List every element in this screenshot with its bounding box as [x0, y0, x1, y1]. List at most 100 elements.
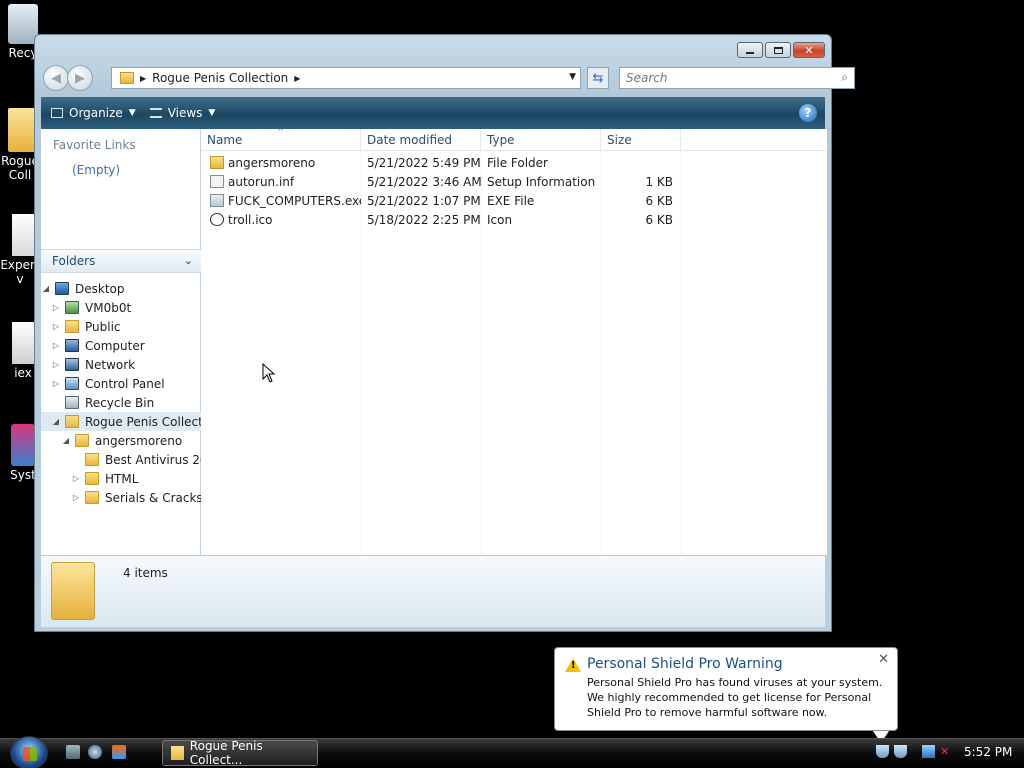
tree-collapse-icon[interactable]: ◢ [51, 417, 61, 426]
clock[interactable]: 5:52 PM [964, 745, 1012, 759]
tree-item-angersmoreno[interactable]: ◢ angersmoreno [41, 431, 201, 450]
tree-expand-icon[interactable]: ▷ [71, 474, 81, 483]
help-icon[interactable]: ? [799, 104, 817, 122]
forward-button[interactable]: ▶ [67, 65, 93, 91]
address-bar[interactable]: ▶ Rogue Penis Collection ▶ ▼ [111, 67, 581, 89]
folders-toggle[interactable]: Folders ⌄ [41, 249, 201, 273]
notification-body[interactable]: Personal Shield Pro has found viruses at… [587, 675, 887, 720]
column-date-label: Date modified [367, 133, 453, 147]
column-header-type[interactable]: Type [481, 129, 601, 151]
search-icon[interactable]: ⌕ [841, 70, 848, 85]
tree-expand-icon[interactable]: ▷ [51, 303, 61, 312]
tree-item-public[interactable]: ▷ Public [41, 317, 201, 336]
table-row[interactable]: troll.ico 5/18/2022 2:25 PM Icon 6 KB [201, 210, 681, 229]
security-shield-tray-icon[interactable] [876, 745, 889, 758]
table-row[interactable]: angersmoreno 5/21/2022 5:49 PM File Fold… [201, 153, 681, 172]
tree-item-user[interactable]: ▷ VM0b0t [41, 298, 201, 317]
chevron-down-icon: ⌄ [183, 254, 193, 267]
tree-item-label: Rogue Penis Collectio [85, 414, 201, 429]
windows-logo-icon [23, 747, 37, 761]
views-button[interactable]: Views ▼ [149, 106, 215, 120]
tree-item-serials-cracks[interactable]: ▷ Serials & Cracks [41, 488, 201, 507]
close-icon: ✕ [804, 43, 814, 57]
file-name-cell: FUCK_COMPUTERS.exe [201, 194, 361, 208]
breadcrumb-arrow-icon[interactable]: ▶ [294, 74, 300, 83]
maximize-button[interactable] [765, 42, 791, 58]
back-arrow-icon: ◀ [51, 70, 61, 86]
command-toolbar: Organize ▼ Views ▼ ? [41, 97, 825, 129]
tree-item-computer[interactable]: ▷ Computer [41, 336, 201, 355]
organize-button[interactable]: Organize ▼ [51, 106, 136, 120]
organize-icon [51, 108, 63, 118]
details-pane: 4 items [41, 555, 825, 627]
close-button[interactable]: ✕ [793, 42, 825, 58]
tree-item-rogue-collection[interactable]: ◢ Rogue Penis Collectio [41, 412, 201, 431]
breadcrumb-arrow-icon[interactable]: ▶ [140, 74, 146, 83]
file-name-cell: troll.ico [201, 213, 361, 227]
close-icon[interactable]: ✕ [878, 652, 889, 667]
views-icon [149, 108, 162, 118]
table-row[interactable]: autorun.inf 5/21/2022 3:46 AM Setup Info… [201, 172, 681, 191]
taskbar-explorer-button[interactable]: Rogue Penis Collect... [162, 739, 318, 767]
navigation-pane: Favorite Links (Empty) Folders ⌄ ◢ Deskt… [41, 129, 201, 555]
folder-tree: ◢ Desktop ▷ VM0b0t ▷ Public ▷ Computer ▷ [41, 279, 201, 507]
folder-icon [51, 562, 95, 620]
tree-item-network[interactable]: ▷ Network [41, 355, 201, 374]
file-type: Setup Information [487, 174, 596, 189]
tree-item-label: Serials & Cracks [105, 490, 201, 505]
tree-item-html[interactable]: ▷ HTML [41, 469, 201, 488]
start-button[interactable] [10, 736, 48, 768]
network-icon [65, 358, 79, 371]
minimize-button[interactable] [737, 42, 763, 58]
favorite-links-empty: (Empty) [72, 163, 121, 177]
quick-launch-switch-windows-icon[interactable] [88, 745, 102, 759]
computer-icon [65, 339, 79, 352]
file-list: ^ Name Date modified Type Size angersmor… [201, 127, 827, 555]
column-header-name[interactable]: ^ Name [201, 127, 361, 151]
address-dropdown-icon[interactable]: ▼ [569, 72, 576, 82]
quick-launch-browser-icon[interactable] [112, 745, 126, 759]
file-type: EXE File [487, 193, 535, 208]
file-name-cell: autorun.inf [201, 175, 361, 189]
refresh-button[interactable]: ⇆ [587, 67, 609, 89]
tree-item-control-panel[interactable]: ▷ Control Panel [41, 374, 201, 393]
column-header-date[interactable]: Date modified [361, 129, 481, 151]
tree-item-label: Network [85, 357, 136, 372]
tree-collapse-icon[interactable]: ◢ [41, 284, 51, 293]
folder-icon [120, 72, 134, 84]
back-button[interactable]: ◀ [43, 65, 69, 91]
tree-item-label: Recycle Bin [85, 395, 155, 410]
file-name: autorun.inf [228, 174, 295, 189]
breadcrumb-current-folder[interactable]: Rogue Penis Collection [152, 71, 288, 85]
folder-icon [85, 472, 99, 485]
tree-expand-icon[interactable]: ▷ [51, 341, 61, 350]
volume-muted-icon[interactable]: ✕ [940, 745, 953, 758]
file-date: 5/21/2022 1:07 PM [367, 193, 481, 208]
notification-title[interactable]: Personal Shield Pro Warning [587, 656, 887, 672]
table-row[interactable]: FUCK_COMPUTERS.exe 5/21/2022 1:07 PM EXE… [201, 191, 681, 210]
column-header-size[interactable]: Size [601, 129, 681, 151]
folder-icon [210, 156, 224, 169]
network-tray-icon[interactable] [922, 745, 935, 758]
shield-tray-icon[interactable] [894, 745, 907, 758]
forward-arrow-icon: ▶ [75, 70, 85, 86]
file-rows: angersmoreno 5/21/2022 5:49 PM File Fold… [201, 153, 681, 229]
tree-expand-icon[interactable]: ▷ [51, 379, 61, 388]
tree-expand-icon[interactable]: ▷ [71, 493, 81, 502]
tree-item-desktop[interactable]: ◢ Desktop [41, 279, 201, 298]
tree-item-recycle-bin[interactable]: Recycle Bin [41, 393, 201, 412]
column-type-label: Type [487, 133, 515, 147]
search-input[interactable]: Search ⌕ [619, 67, 855, 89]
folder-icon [65, 320, 79, 333]
folder-icon [85, 491, 99, 504]
tree-expand-icon[interactable]: ▷ [51, 360, 61, 369]
file-name-cell: angersmoreno [201, 156, 361, 170]
tree-expand-icon[interactable]: ▷ [51, 322, 61, 331]
tree-item-best-antivirus[interactable]: Best Antivirus 201 [41, 450, 201, 469]
file-size: 6 KB [645, 193, 673, 208]
quick-launch-show-desktop-icon[interactable] [66, 745, 80, 759]
favorite-links-heading: Favorite Links [53, 138, 136, 152]
settings-file-icon [210, 175, 224, 188]
tree-item-label: angersmoreno [95, 433, 183, 448]
tree-collapse-icon[interactable]: ◢ [61, 436, 71, 445]
